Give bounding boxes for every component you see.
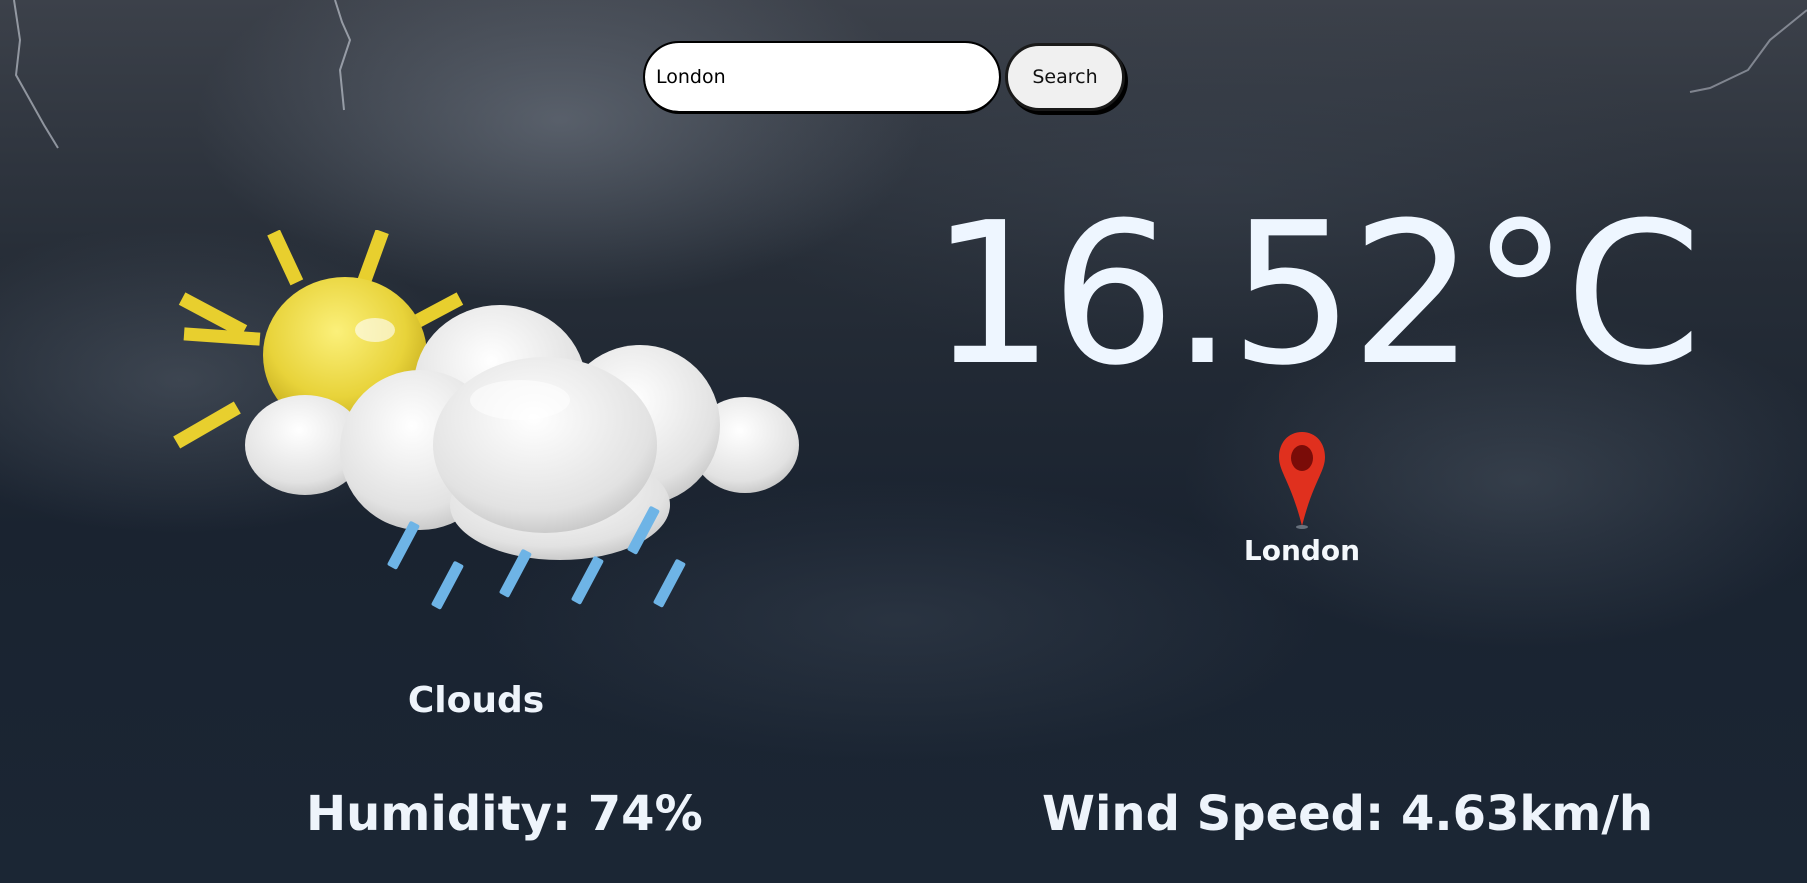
location-block: London [1202, 430, 1402, 567]
weather-condition-label: Clouds [407, 680, 545, 721]
humidity-value: Humidity: 74% [306, 786, 703, 842]
search-bar: Search [643, 41, 1125, 113]
temperature-value: 16.52°C [930, 181, 1702, 409]
wind-speed-value: Wind Speed: 4.63km/h [1042, 786, 1654, 842]
city-search-input[interactable] [643, 41, 1001, 113]
map-pin-icon [1279, 432, 1325, 529]
location-name: London [1243, 534, 1361, 567]
search-button[interactable]: Search [1005, 43, 1125, 111]
weather-condition-icon [173, 230, 799, 610]
